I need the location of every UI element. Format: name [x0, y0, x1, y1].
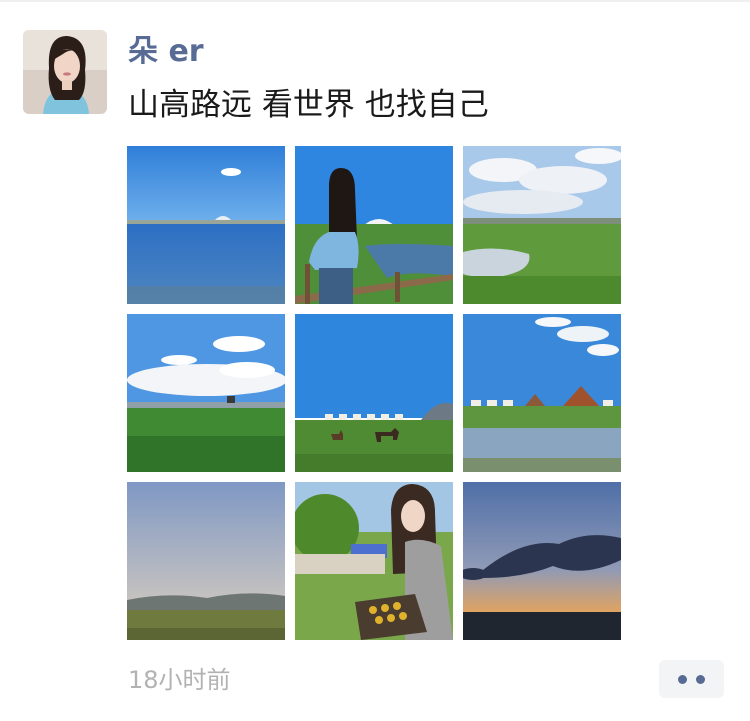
photo-grid [127, 146, 621, 640]
photo-green-field-with-clouds[interactable] [127, 314, 285, 472]
photo-evening-hills[interactable] [127, 482, 285, 640]
post-text: 山高路远 看世界 也找自己 [128, 87, 489, 123]
author-name[interactable]: 朵 er [128, 32, 204, 72]
photo-horses-on-grassland[interactable] [295, 314, 453, 472]
photo-sunset-sky[interactable] [463, 482, 621, 640]
photo-yurt-camp-by-water[interactable] [463, 314, 621, 472]
photo-lake-with-domed-building[interactable] [127, 146, 285, 304]
photo-girl-on-boardwalk-by-river[interactable] [295, 146, 453, 304]
post-timestamp: 18小时前 [128, 666, 231, 694]
more-button[interactable] [659, 660, 724, 698]
avatar[interactable] [23, 30, 107, 114]
photo-girl-at-barbecue[interactable] [295, 482, 453, 640]
top-divider [0, 0, 750, 2]
more-dots-icon [696, 674, 705, 684]
more-dots-icon [678, 674, 687, 684]
photo-grassland-with-pond[interactable] [463, 146, 621, 304]
